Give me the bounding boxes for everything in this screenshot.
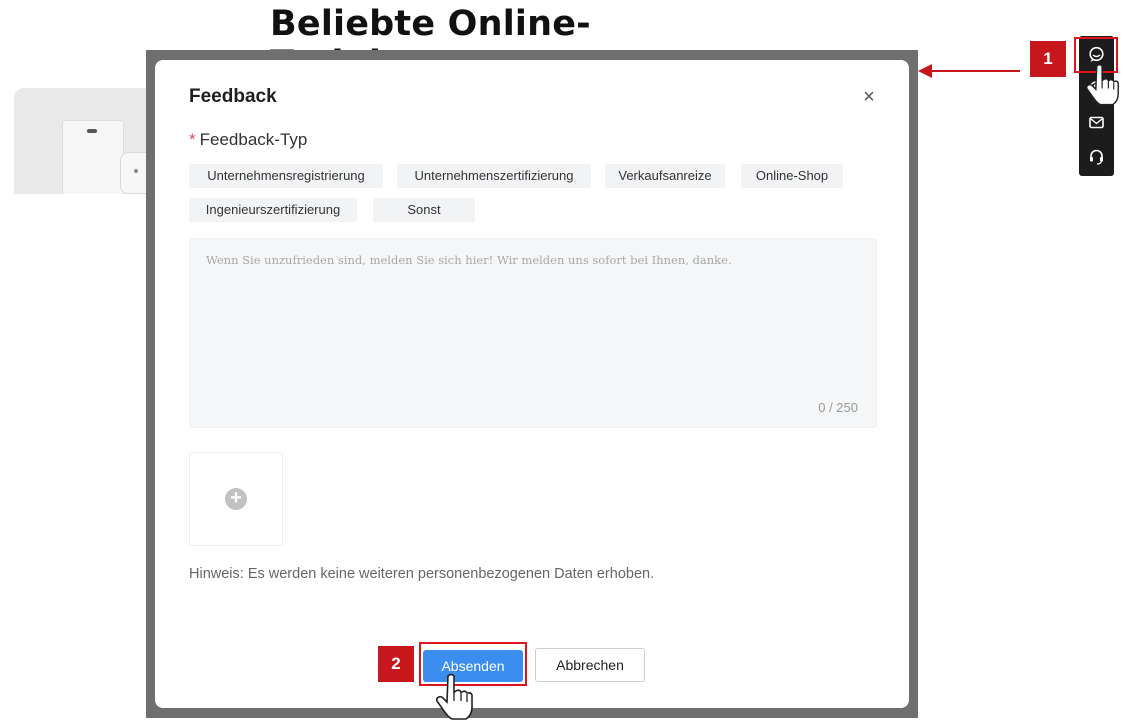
tag-unternehmenszertifizierung[interactable]: Unternehmenszertifizierung <box>397 164 591 188</box>
privacy-hint: Hinweis: Es werden keine weiteren person… <box>189 566 655 582</box>
tag-verkaufsanreize[interactable]: Verkaufsanreize <box>605 164 725 188</box>
hand-cursor-icon-sidebar <box>1086 64 1119 106</box>
textarea-placeholder: Wenn Sie unzufrieden sind, melden Sie si… <box>206 253 732 267</box>
dialog-title: Feedback <box>189 86 277 107</box>
product-unit-tall <box>62 120 124 194</box>
tag-sonst[interactable]: Sonst <box>373 198 475 222</box>
cancel-button[interactable]: Abbrechen <box>535 648 645 682</box>
close-button[interactable]: × <box>859 87 879 108</box>
plus-icon: + <box>225 488 247 510</box>
feedback-type-text: Feedback-Typ <box>199 130 308 149</box>
headset-icon <box>1090 149 1103 165</box>
tag-ingenieurszertifizierung[interactable]: Ingenieurszertifizierung <box>189 198 357 222</box>
required-mark: * <box>189 130 196 149</box>
sidebar-support-button[interactable] <box>1079 140 1114 174</box>
hand-cursor-icon <box>436 673 473 720</box>
product-image <box>14 88 146 194</box>
mail-icon <box>1089 116 1104 129</box>
character-counter: 0 / 250 <box>818 400 858 415</box>
product-unit-small <box>120 152 146 194</box>
tag-unternehmensregistrierung[interactable]: Unternehmensregistrierung <box>189 164 383 188</box>
feedback-textarea[interactable]: Wenn Sie unzufrieden sind, melden Sie si… <box>189 238 877 428</box>
step-1-badge: 1 <box>1030 41 1066 77</box>
tag-online-shop[interactable]: Online-Shop <box>741 164 843 188</box>
arrow-line <box>930 70 1020 72</box>
feedback-dialog: Feedback × * Feedback-Typ Unternehmensreg… <box>155 60 909 708</box>
feedback-type-label: * Feedback-Typ <box>189 130 307 150</box>
image-upload-button[interactable]: + <box>189 452 283 546</box>
step-2-badge: 2 <box>378 646 414 682</box>
sidebar-mail-button[interactable] <box>1079 106 1114 140</box>
